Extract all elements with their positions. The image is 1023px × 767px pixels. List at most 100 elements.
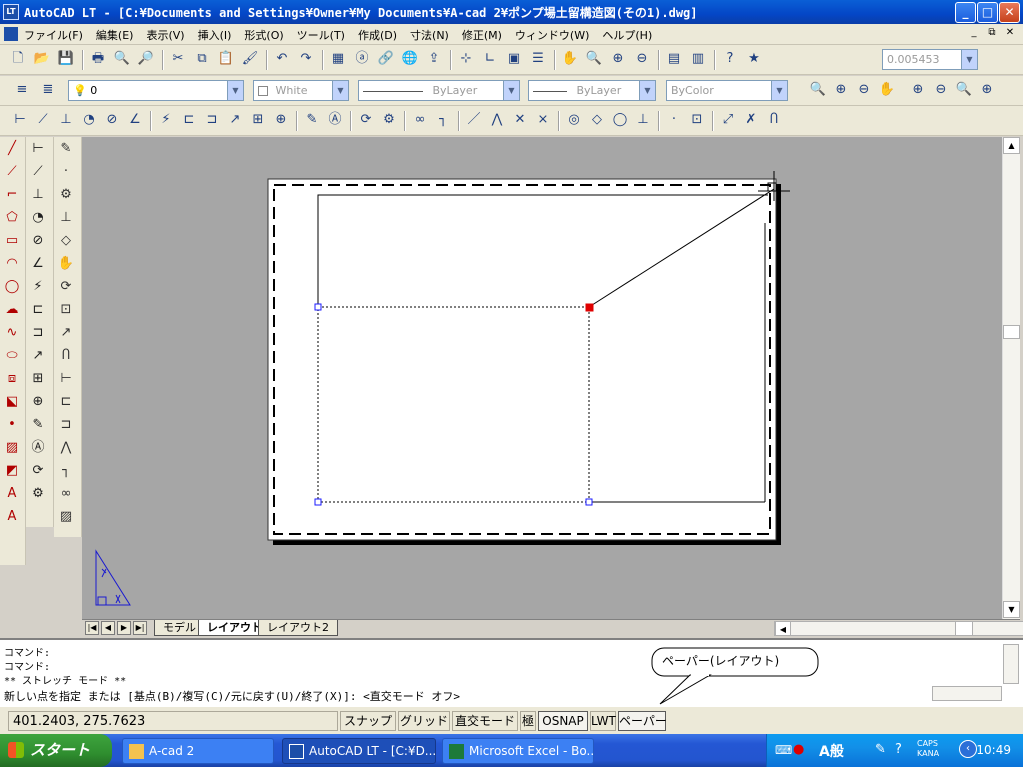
scroll-down-button[interactable]: ▼ [1003,601,1020,618]
design-icon[interactable]: ▥ [688,49,708,69]
dim-aligned-icon[interactable]: ⟋ [26,160,50,183]
dim-text-edit-icon[interactable]: Ⓐ [325,110,345,130]
preview-icon[interactable]: 🔍 [112,49,132,69]
dim-radius-icon[interactable]: ◔ [26,206,50,229]
dim-edit-icon[interactable]: ✎ [26,413,50,436]
snap-settings-icon[interactable]: Ⴖ [54,344,78,367]
line-icon[interactable]: ╱ [0,137,24,160]
dim-angular-icon[interactable]: ∠ [26,252,50,275]
hscroll-thumb[interactable] [955,621,973,636]
tab-first-button[interactable]: |◀ [85,621,99,635]
perpendicular-icon[interactable]: ⊥ [633,110,653,130]
ime-mode-indicator[interactable]: A般 [819,741,844,761]
insert-icon[interactable]: ⊡ [687,110,707,130]
menu-item-0[interactable]: ファイル(F) [24,27,83,43]
layout-drawing[interactable] [82,137,1002,619]
rectangle-icon[interactable]: ▭ [0,229,24,252]
command-scrollbar[interactable] [1003,644,1019,684]
menu-item-8[interactable]: 修正(M) [462,27,502,43]
scroll-up-button[interactable]: ▲ [1003,137,1020,154]
menu-item-6[interactable]: 作成(D) [358,27,397,43]
quick-dim-icon[interactable]: ⚡ [156,110,176,130]
undo-icon[interactable]: ↶ [272,49,292,69]
tab-last-button[interactable]: ▶| [133,621,147,635]
dim-style-icon[interactable]: ⚙ [379,110,399,130]
continue-icon[interactable]: ⊐ [202,110,222,130]
dim-angular-icon[interactable]: ∠ [125,110,145,130]
hatch-icon[interactable]: ▨ [0,436,24,459]
redo-icon[interactable]: ↷ [296,49,316,69]
text-icon[interactable]: A [0,505,24,528]
express-icon[interactable]: ★ [744,49,764,69]
web-icon[interactable]: ⓐ [352,49,372,69]
ucs-icon[interactable]: ∟ [480,49,500,69]
clock[interactable]: 10:49 [976,743,1011,757]
make-block-icon[interactable]: ⬕ [0,390,24,413]
scroll-left-button[interactable]: ◀ [775,621,791,636]
menu-item-2[interactable]: 表示(V) [146,27,184,43]
tangent-icon[interactable]: ◯ [610,110,630,130]
baseline-icon[interactable]: ⊏ [26,298,50,321]
autocad-app-icon[interactable]: LT [3,4,19,20]
dim-linear-icon[interactable]: ⊢ [26,137,50,160]
scroll-thumb[interactable] [1003,325,1020,339]
linetype-combo[interactable]: ByLayer ▼ [358,80,520,101]
dim-update-icon[interactable]: ⟳ [26,459,50,482]
status-toggle-0[interactable]: スナップ [340,711,396,731]
globe-icon[interactable]: 🌐 [400,49,420,69]
zoom-realtime-icon[interactable]: 🔍 [954,80,974,100]
properties-icon[interactable]: ▤ [664,49,684,69]
status-toggle-1[interactable]: グリッド [398,711,450,731]
close-button[interactable]: ✕ [999,2,1020,23]
tab-layout2[interactable]: レイアウト2 [258,620,338,636]
dictionary-icon[interactable]: ✎ [875,742,886,757]
leader-icon[interactable]: ↗ [54,321,78,344]
baseline-icon[interactable]: ⊏ [54,390,78,413]
help-icon[interactable]: ? [720,49,740,69]
dim-update-icon[interactable]: ⟳ [356,110,376,130]
status-toggle-6[interactable]: ペーパー [618,711,667,731]
apparent-int-icon[interactable]: ⨯ [533,110,553,130]
status-toggle-5[interactable]: LWT [590,711,616,731]
pan-icon[interactable]: ✋ [877,80,897,100]
taskbar-item-folder[interactable]: A-cad 2 [122,738,274,764]
tolerance-icon[interactable]: ⊞ [26,367,50,390]
paste-icon[interactable]: 📋 [216,49,236,69]
snap-tracking-icon[interactable]: ┐ [54,459,78,482]
dim-edit-icon[interactable]: ✎ [302,110,322,130]
tab-next-button[interactable]: ▶ [117,621,131,635]
perpendicular-icon[interactable]: ⊥ [54,206,78,229]
dim-linear-icon[interactable]: ⊢ [10,110,30,130]
zoom-previous-icon[interactable]: ⊖ [854,80,874,100]
menu-item-10[interactable]: ヘルプ(H) [602,27,652,43]
hatch-icon[interactable]: ▨ [54,505,78,528]
menu-item-9[interactable]: ウィンドウ(W) [515,27,589,43]
chevron-down-icon[interactable]: ▼ [961,50,977,69]
dim-edit-icon[interactable]: ✎ [54,137,78,160]
help-tray-icon[interactable]: ? [895,742,902,757]
snap-from-icon[interactable]: ∞ [410,110,430,130]
status-toggle-3[interactable]: 極 [520,711,536,731]
snap-from-icon[interactable]: ∞ [54,482,78,505]
zoom-realtime-icon[interactable]: 🔍 [584,49,604,69]
dim-diameter-icon[interactable]: ⊘ [102,110,122,130]
dim-style-icon[interactable]: ⚙ [26,482,50,505]
dim-diameter-icon[interactable]: ⊘ [26,229,50,252]
zoom-realtime-icon[interactable]: 🔍 [808,80,828,100]
insert-icon[interactable]: ⊡ [54,298,78,321]
center-mark-icon[interactable]: ⊕ [26,390,50,413]
dim-style-icon[interactable]: ⚙ [54,183,78,206]
publish-icon[interactable]: ⇪ [424,49,444,69]
print-icon[interactable]: 🖶 [88,49,108,69]
keyboard-icon[interactable]: ⌨ [775,743,792,757]
mtext-icon[interactable]: A [0,482,24,505]
leader-icon[interactable]: ↗ [225,110,245,130]
open-icon[interactable]: 📂 [32,49,52,69]
chevron-down-icon[interactable]: ▼ [639,81,655,100]
dim-ordinate-icon[interactable]: ⊥ [56,110,76,130]
command-hscrollbar[interactable] [932,686,1002,701]
chevron-down-icon[interactable]: ▼ [332,81,348,100]
new-icon[interactable]: 🗋 [8,49,28,69]
ime-bar-icon[interactable]: ● [793,742,804,757]
layer-combo[interactable]: 💡 0 ▼ [68,80,244,101]
